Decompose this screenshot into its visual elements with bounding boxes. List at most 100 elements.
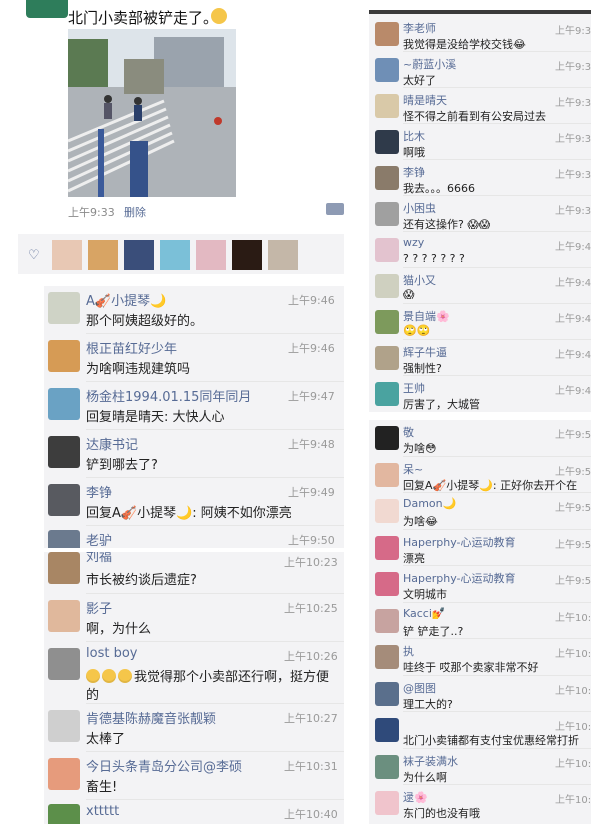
commenter-avatar[interactable] bbox=[375, 238, 399, 262]
commenter-name[interactable]: ~蔚蓝小溪 bbox=[403, 56, 456, 72]
comment-item[interactable]: ~蔚蓝小溪 上午9:36 太好了 bbox=[369, 52, 591, 88]
commenter-name[interactable]: xttttt bbox=[86, 804, 119, 819]
comment-item[interactable]: 刘福 上午10:23 市长被约谈后遗症? bbox=[44, 552, 344, 598]
commenter-avatar[interactable] bbox=[48, 484, 80, 516]
comment-item[interactable]: 上午10:0北门小卖铺都有支付宝优惠经常打折 bbox=[369, 712, 591, 749]
comment-item[interactable]: 老驴 上午9:50 bbox=[44, 526, 344, 548]
commenter-name[interactable]: 敬 bbox=[403, 424, 414, 440]
commenter-name[interactable]: 李铮 bbox=[403, 164, 425, 180]
commenter-avatar[interactable] bbox=[375, 718, 399, 742]
comment-item[interactable]: 袜子装满水 上午10:0 为什么啊 bbox=[369, 749, 591, 786]
comment-item[interactable]: 景自端🌸 上午9:42 🙄🙄 bbox=[369, 304, 591, 340]
like-avatar[interactable] bbox=[268, 240, 298, 270]
commenter-avatar[interactable] bbox=[48, 552, 80, 584]
comment-item[interactable]: xttttt 上午10:40 bbox=[44, 800, 344, 824]
commenter-name[interactable]: 景自端🌸 bbox=[403, 308, 450, 324]
commenter-avatar[interactable] bbox=[375, 94, 399, 118]
commenter-name[interactable]: Damon🌙 bbox=[403, 497, 456, 510]
commenter-name[interactable]: 李铮 bbox=[86, 482, 112, 501]
like-avatar[interactable] bbox=[88, 240, 118, 270]
commenter-name[interactable]: 杨金柱1994.01.15同年同月 bbox=[86, 386, 251, 405]
comment-item[interactable]: 猫小又 上午9:41 😱 bbox=[369, 268, 591, 304]
commenter-name[interactable]: 今日头条青岛分公司@李硕 bbox=[86, 756, 242, 775]
comment-item[interactable]: Haperphy-心运动教育 上午9:5 文明城市 bbox=[369, 566, 591, 603]
commenter-name[interactable]: 猫小又 bbox=[403, 272, 436, 288]
commenter-name[interactable]: 根正苗红好少年 bbox=[86, 338, 177, 357]
post-delete-link[interactable]: 删除 bbox=[124, 204, 146, 220]
commenter-avatar[interactable] bbox=[375, 346, 399, 370]
like-avatar[interactable] bbox=[124, 240, 154, 270]
comment-item[interactable]: 影子 上午10:25 啊，为什么 bbox=[44, 594, 344, 642]
commenter-name[interactable]: Haperphy-心运动教育 bbox=[403, 534, 516, 550]
comment-item[interactable]: Haperphy-心运动教育 上午9:5 漂亮 bbox=[369, 530, 591, 567]
commenter-avatar[interactable] bbox=[48, 710, 80, 742]
commenter-avatar[interactable] bbox=[375, 58, 399, 82]
comment-item[interactable]: 王帅 上午9:45 厉害了，大城管 bbox=[369, 376, 591, 412]
commenter-name[interactable]: 小困虫 bbox=[403, 200, 436, 216]
comment-item[interactable]: 李老师 上午9:36 我觉得是没给学校交钱😂 bbox=[369, 16, 591, 52]
commenter-avatar[interactable] bbox=[48, 758, 80, 790]
comment-item[interactable]: 李铮 上午9:49 回复A🎻小提琴🌙: 阿姨不如你漂亮 bbox=[44, 478, 344, 526]
like-avatar[interactable] bbox=[160, 240, 190, 270]
comment-item[interactable]: A🎻小提琴🌙 上午9:46 那个阿姨超级好的。 bbox=[44, 286, 344, 334]
comment-item[interactable]: 达康书记 上午9:48 铲到哪去了? bbox=[44, 430, 344, 478]
commenter-name[interactable]: A🎻小提琴🌙 bbox=[86, 290, 166, 309]
commenter-name[interactable]: 王帅 bbox=[403, 380, 425, 396]
commenter-name[interactable]: 李老师 bbox=[403, 20, 436, 36]
commenter-avatar[interactable] bbox=[48, 530, 80, 548]
comment-item[interactable]: 根正苗红好少年 上午9:46 为啥啊违规建筑吗 bbox=[44, 334, 344, 382]
commenter-avatar[interactable] bbox=[375, 426, 399, 450]
commenter-name[interactable]: Kacci💅 bbox=[403, 607, 446, 620]
commenter-avatar[interactable] bbox=[48, 292, 80, 324]
commenter-name[interactable]: 比木 bbox=[403, 128, 425, 144]
commenter-avatar[interactable] bbox=[375, 274, 399, 298]
comment-more-button[interactable] bbox=[326, 203, 344, 215]
post-photo[interactable] bbox=[68, 29, 236, 197]
comment-item[interactable]: 逯🌸 上午10:0 东门的也没有哦 bbox=[369, 785, 591, 822]
commenter-avatar[interactable] bbox=[375, 572, 399, 596]
comment-item[interactable]: wzy 上午9:40 ? ? ? ? ? ? ? bbox=[369, 232, 591, 268]
commenter-avatar[interactable] bbox=[48, 340, 80, 372]
commenter-avatar[interactable] bbox=[375, 608, 399, 633]
commenter-avatar[interactable] bbox=[48, 804, 80, 824]
comment-item[interactable]: lost boy 上午10:26 我觉得那个小卖部还行啊，挺方便 的 bbox=[44, 642, 344, 704]
poster-avatar[interactable] bbox=[26, 0, 68, 18]
commenter-name[interactable]: wzy bbox=[403, 236, 424, 249]
commenter-name[interactable]: Haperphy-心运动教育 bbox=[403, 570, 516, 586]
commenter-name[interactable]: 辉子牛逼 bbox=[403, 344, 447, 360]
comment-item[interactable]: 杨金柱1994.01.15同年同月 上午9:47 回复晴是晴天: 大快人心 bbox=[44, 382, 344, 430]
comment-item[interactable]: Damon🌙 上午9:5 为啥😂 bbox=[369, 493, 591, 530]
commenter-avatar[interactable] bbox=[375, 499, 399, 523]
comment-item[interactable]: 辉子牛逼 上午9:45 强制性? bbox=[369, 340, 591, 376]
commenter-avatar[interactable] bbox=[375, 462, 399, 487]
comment-item[interactable]: Kacci💅 上午10:0 铲 铲走了..? bbox=[369, 603, 591, 640]
commenter-avatar[interactable] bbox=[375, 202, 399, 226]
commenter-avatar[interactable] bbox=[375, 130, 399, 154]
commenter-avatar[interactable] bbox=[375, 791, 399, 815]
like-avatar[interactable] bbox=[232, 240, 262, 270]
comment-item[interactable]: 呆~ 上午9:5 回复A🎻小提琴🌙: 正好你去开个在 bbox=[369, 457, 591, 494]
commenter-name[interactable]: 晴是晴天 bbox=[403, 92, 447, 108]
commenter-name[interactable]: 肯德基陈赫魔音张靓颖 bbox=[86, 708, 216, 727]
commenter-avatar[interactable] bbox=[375, 535, 399, 560]
commenter-name[interactable]: lost boy bbox=[86, 646, 137, 661]
commenter-avatar[interactable] bbox=[48, 436, 80, 468]
commenter-avatar[interactable] bbox=[48, 388, 80, 420]
comment-item[interactable]: 肯德基陈赫魔音张靓颖 上午10:27 太棒了 bbox=[44, 704, 344, 752]
comment-item[interactable]: 小困虫 上午9:37 还有这操作? 😱😱 bbox=[369, 196, 591, 232]
comment-item[interactable]: 敬 上午9:5 为啥😳 bbox=[369, 420, 591, 457]
commenter-avatar[interactable] bbox=[375, 382, 399, 406]
commenter-avatar[interactable] bbox=[375, 310, 399, 334]
commenter-name[interactable]: 袜子装满水 bbox=[403, 753, 458, 769]
commenter-name[interactable]: 执 bbox=[403, 643, 414, 659]
commenter-name[interactable]: @图图 bbox=[403, 680, 436, 696]
comment-item[interactable]: 李铮 上午9:36 我去。。。6666 bbox=[369, 160, 591, 196]
commenter-name[interactable]: 逯🌸 bbox=[403, 789, 428, 805]
comment-item[interactable]: 今日头条青岛分公司@李硕 上午10:31 畜生! bbox=[44, 752, 344, 800]
commenter-name[interactable]: 呆~ bbox=[403, 461, 423, 477]
commenter-avatar[interactable] bbox=[375, 22, 399, 46]
commenter-avatar[interactable] bbox=[48, 600, 80, 632]
commenter-name[interactable]: 影子 bbox=[86, 598, 112, 617]
commenter-avatar[interactable] bbox=[375, 166, 399, 190]
commenter-avatar[interactable] bbox=[375, 754, 399, 779]
